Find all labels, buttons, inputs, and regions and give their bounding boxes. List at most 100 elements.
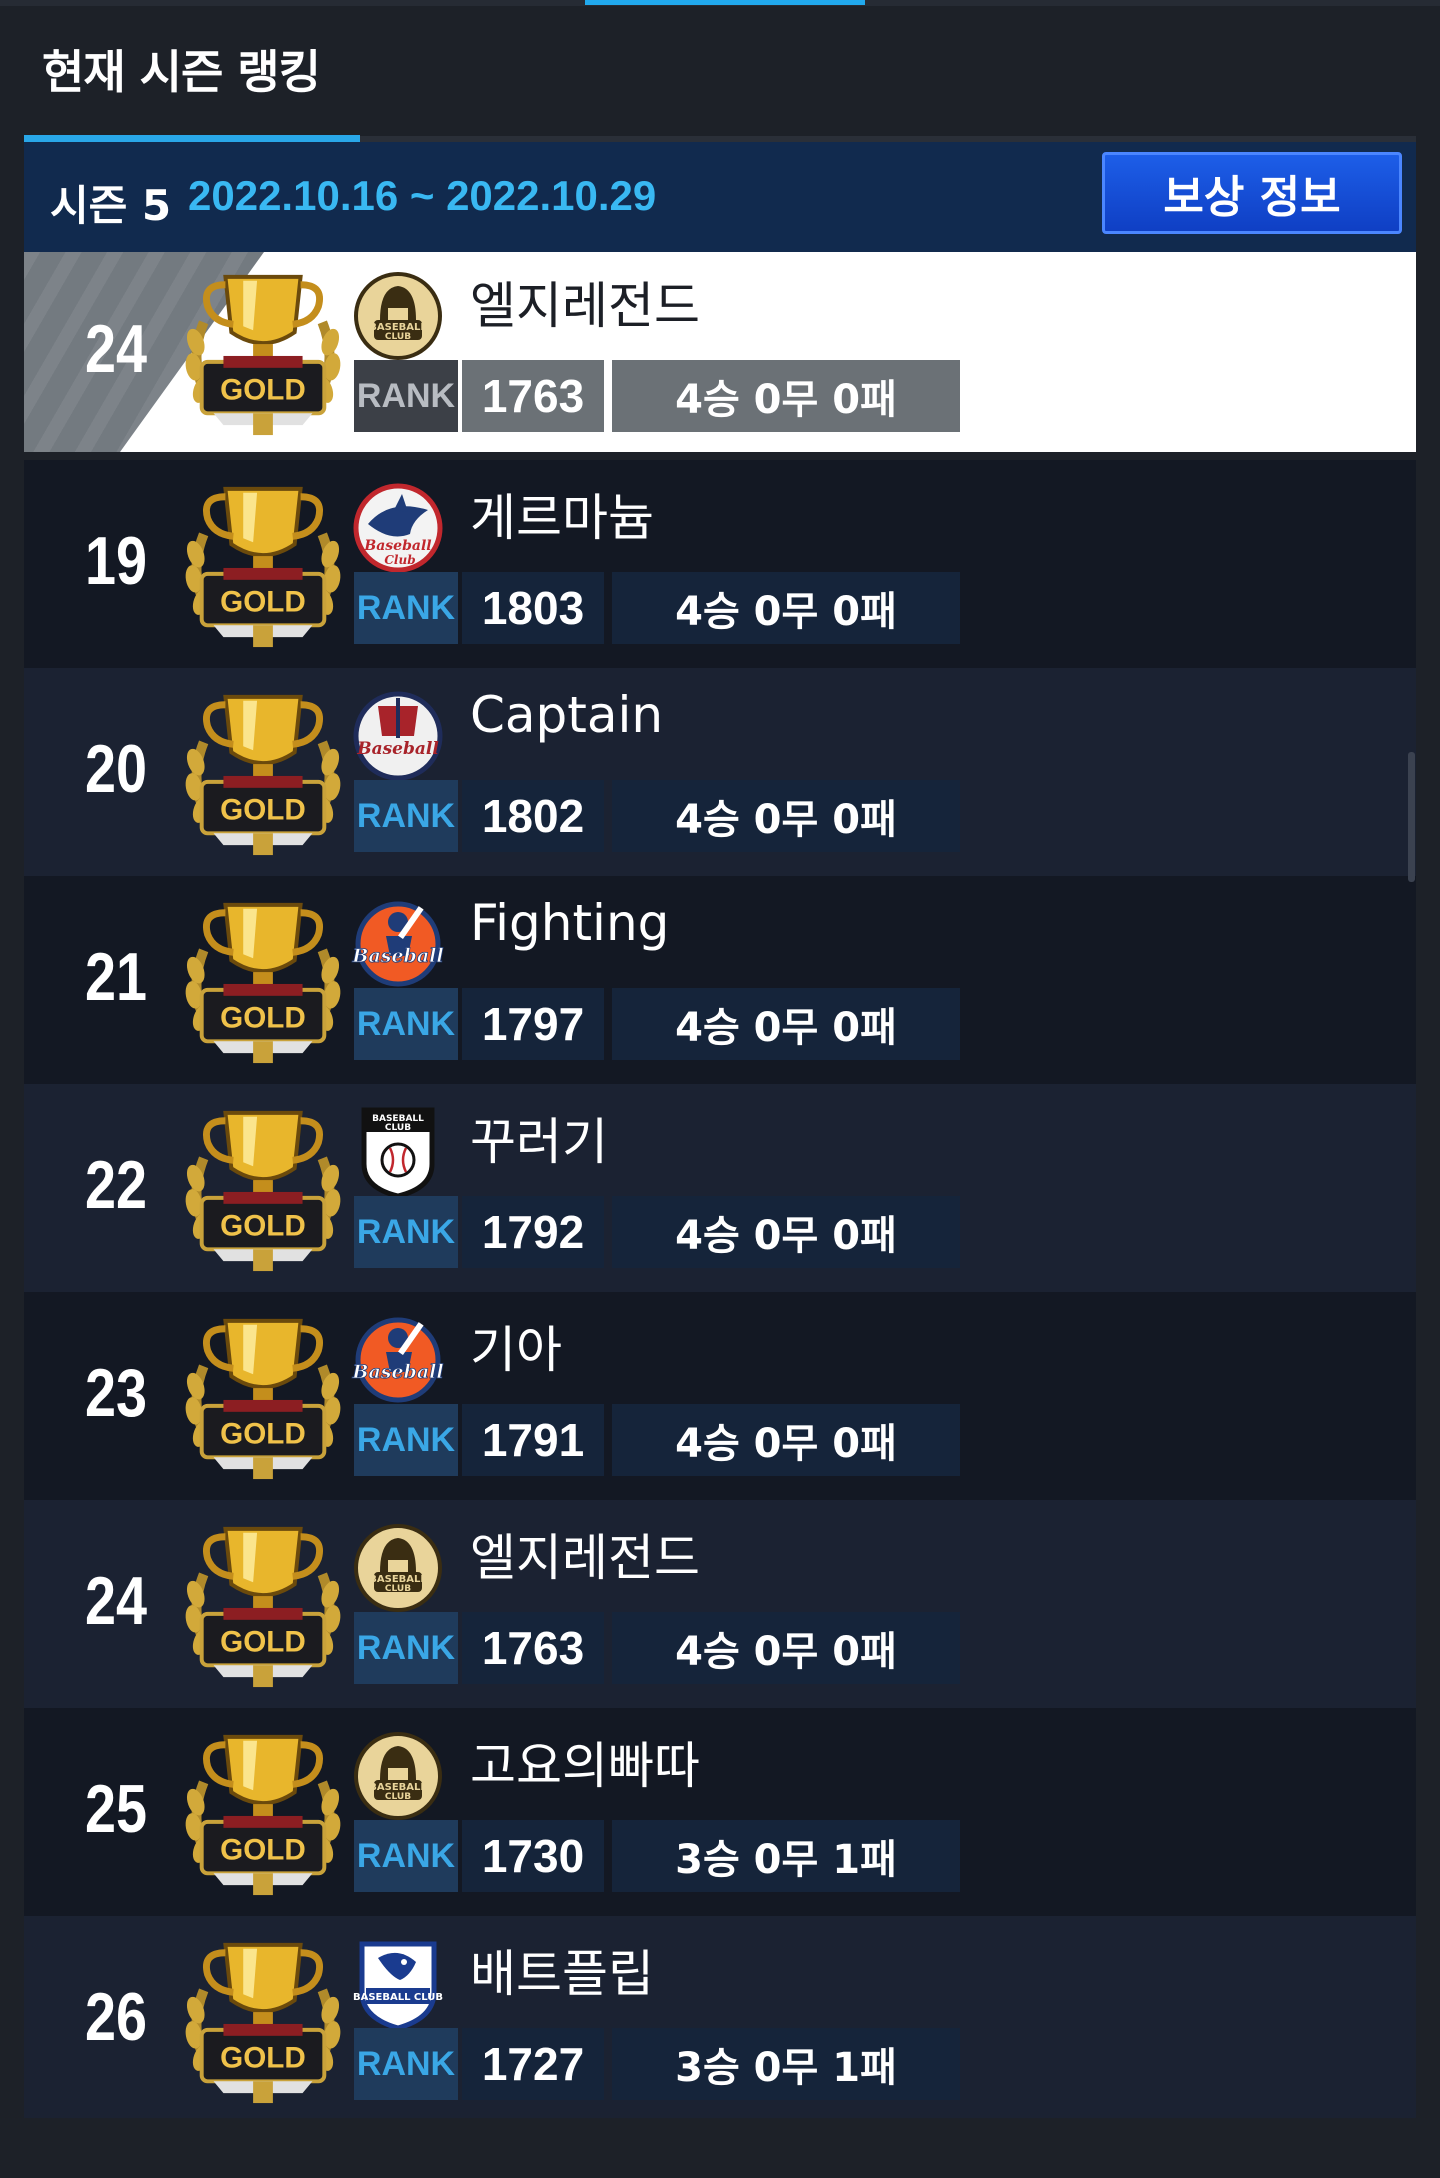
- my-ranking-row[interactable]: 24 GOLD BASEBALL CLUB 엘지레전드RANK17634승: [24, 252, 1416, 452]
- svg-text:GOLD: GOLD: [220, 793, 306, 826]
- reward-info-button[interactable]: 보상 정보: [1102, 152, 1402, 234]
- rank-number: 24: [84, 1563, 148, 1639]
- rank-number: 26: [84, 1979, 148, 2055]
- rank-label: RANK: [354, 1820, 458, 1892]
- rank-score: 1791: [462, 1404, 604, 1476]
- season-bar: 시즌 5 2022.10.16 ~ 2022.10.29 보상 정보: [24, 142, 1416, 252]
- gold-tier-trophy-icon: GOLD: [174, 263, 352, 441]
- title-underline: [24, 135, 360, 142]
- svg-text:GOLD: GOLD: [220, 585, 306, 618]
- win-draw-loss-record: 4승 0무 0패: [612, 1404, 960, 1476]
- eagle-shield-icon: BASEBALL CLUB: [350, 1936, 446, 2032]
- win-draw-loss-record: 3승 0무 1패: [612, 2028, 960, 2100]
- svg-text:Club: Club: [384, 553, 415, 567]
- rank-label: RANK: [354, 1612, 458, 1684]
- spartan-helmet-icon: BASEBALL CLUB: [350, 1520, 446, 1616]
- rank-number: 25: [84, 1771, 148, 1847]
- ranking-screen: 현재 시즌 랭킹 시즌 5 2022.10.16 ~ 2022.10.29 보상…: [0, 0, 1440, 2178]
- svg-text:Baseball: Baseball: [363, 538, 431, 554]
- rank-label: RANK: [354, 360, 458, 432]
- rank-label: RANK: [354, 572, 458, 644]
- season-dates: 2022.10.16 ~ 2022.10.29: [188, 172, 657, 219]
- page-title: 현재 시즌 랭킹: [42, 45, 321, 99]
- svg-text:Baseball: Baseball: [351, 1361, 443, 1383]
- svg-text:Baseball: Baseball: [351, 945, 443, 967]
- club-name[interactable]: 기아: [470, 1310, 562, 1382]
- rank-number: 24: [84, 311, 148, 387]
- gold-tier-trophy-icon: GOLD: [174, 891, 352, 1069]
- win-draw-loss-record: 4승 0무 0패: [612, 360, 960, 432]
- gold-tier-trophy-icon: GOLD: [174, 1307, 352, 1485]
- svg-text:BASEBALL CLUB: BASEBALL CLUB: [353, 1992, 443, 2003]
- svg-text:CLUB: CLUB: [385, 1792, 411, 1802]
- ranking-row[interactable]: 20 GOLD Baseball Captain RANK 1802 4승 0무 0패: [24, 668, 1416, 876]
- club-name[interactable]: 배트플립: [470, 1934, 654, 2006]
- svg-text:GOLD: GOLD: [220, 373, 306, 406]
- rank-label: RANK: [354, 2028, 458, 2100]
- svg-text:GOLD: GOLD: [220, 2041, 306, 2074]
- gold-tier-trophy-icon: GOLD: [174, 1099, 352, 1277]
- rank-label: RANK: [354, 780, 458, 852]
- svg-text:GOLD: GOLD: [220, 1417, 306, 1450]
- rank-number: 21: [84, 939, 148, 1015]
- svg-text:GOLD: GOLD: [220, 1001, 306, 1034]
- rank-label: RANK: [354, 1404, 458, 1476]
- rank-score: 1802: [462, 780, 604, 852]
- club-name[interactable]: 고요의빠따: [470, 1726, 700, 1798]
- win-draw-loss-record: 4승 0무 0패: [612, 1612, 960, 1684]
- ranking-row[interactable]: 23 GOLD Baseball 기아 RANK 1791 4승 0무 0패: [24, 1292, 1416, 1500]
- rank-label: RANK: [354, 988, 458, 1060]
- shark-icon: Baseball Club: [350, 480, 446, 576]
- svg-text:CLUB: CLUB: [385, 332, 411, 342]
- season-label: 시즌 5: [50, 181, 172, 230]
- rank-score: 1803: [462, 572, 604, 644]
- club-name[interactable]: 엘지레전드: [470, 266, 700, 338]
- rank-number: 23: [84, 1355, 148, 1431]
- win-draw-loss-record: 4승 0무 0패: [612, 572, 960, 644]
- club-name[interactable]: Captain: [470, 686, 663, 744]
- svg-text:Baseball: Baseball: [356, 739, 439, 759]
- ranking-row[interactable]: 22 GOLD BASEBALL CLUB 꾸러기 RANK 1792 4승 0…: [24, 1084, 1416, 1292]
- list-footer: [24, 2118, 1416, 2178]
- club-name[interactable]: Fighting: [470, 894, 669, 952]
- club-name[interactable]: 엘지레전드: [470, 1518, 700, 1590]
- rank-score: 1763: [462, 1612, 604, 1684]
- rank-score: 1730: [462, 1820, 604, 1892]
- ranking-row[interactable]: 25 GOLD BASEBALL CLUB 고요의빠따RANK17303승: [24, 1708, 1416, 1916]
- gold-tier-trophy-icon: GOLD: [174, 475, 352, 653]
- scrollbar[interactable]: [1408, 752, 1415, 882]
- gold-tier-trophy-icon: GOLD: [174, 1931, 352, 2109]
- gold-tier-trophy-icon: GOLD: [174, 1515, 352, 1693]
- win-draw-loss-record: 3승 0무 1패: [612, 1820, 960, 1892]
- win-draw-loss-record: 4승 0무 0패: [612, 780, 960, 852]
- spartan-helmet-icon: BASEBALL CLUB: [350, 1728, 446, 1824]
- rank-number: 20: [84, 731, 148, 807]
- ranking-row[interactable]: 26 GOLD BASEBALL CLUB 배트플립RANK17273승: [24, 1916, 1416, 2124]
- svg-text:GOLD: GOLD: [220, 1209, 306, 1242]
- ranking-row[interactable]: 24 GOLD BASEBALL CLUB 엘지레전드RANK17634승: [24, 1500, 1416, 1708]
- rank-score: 1727: [462, 2028, 604, 2100]
- pirate-ship-icon: Baseball: [350, 688, 446, 784]
- ranking-row[interactable]: 21 GOLD Baseball FightingRANK17974승 0: [24, 876, 1416, 1084]
- rank-score: 1797: [462, 988, 604, 1060]
- club-name[interactable]: 게르마늄: [470, 478, 654, 550]
- win-draw-loss-record: 4승 0무 0패: [612, 1196, 960, 1268]
- rank-number: 19: [84, 523, 148, 599]
- svg-text:GOLD: GOLD: [220, 1625, 306, 1658]
- svg-text:CLUB: CLUB: [385, 1584, 411, 1594]
- batter-icon: Baseball: [350, 1312, 446, 1408]
- rank-number: 22: [84, 1147, 148, 1223]
- svg-text:CLUB: CLUB: [385, 1123, 411, 1133]
- rank-score: 1792: [462, 1196, 604, 1268]
- top-tab-active-indicator[interactable]: [585, 0, 865, 5]
- club-name[interactable]: 꾸러기: [470, 1102, 608, 1174]
- svg-text:GOLD: GOLD: [220, 1833, 306, 1866]
- gold-tier-trophy-icon: GOLD: [174, 1723, 352, 1901]
- ranking-row[interactable]: 19 GOLD Baseball Club 게르마늄 RANK 1803 4승 0: [24, 460, 1416, 668]
- rank-score: 1763: [462, 360, 604, 432]
- batter-icon: Baseball: [350, 896, 446, 992]
- rank-label: RANK: [354, 1196, 458, 1268]
- spartan-helmet-icon: BASEBALL CLUB: [350, 268, 446, 364]
- win-draw-loss-record: 4승 0무 0패: [612, 988, 960, 1060]
- shield-baseball-icon: BASEBALL CLUB: [350, 1104, 446, 1200]
